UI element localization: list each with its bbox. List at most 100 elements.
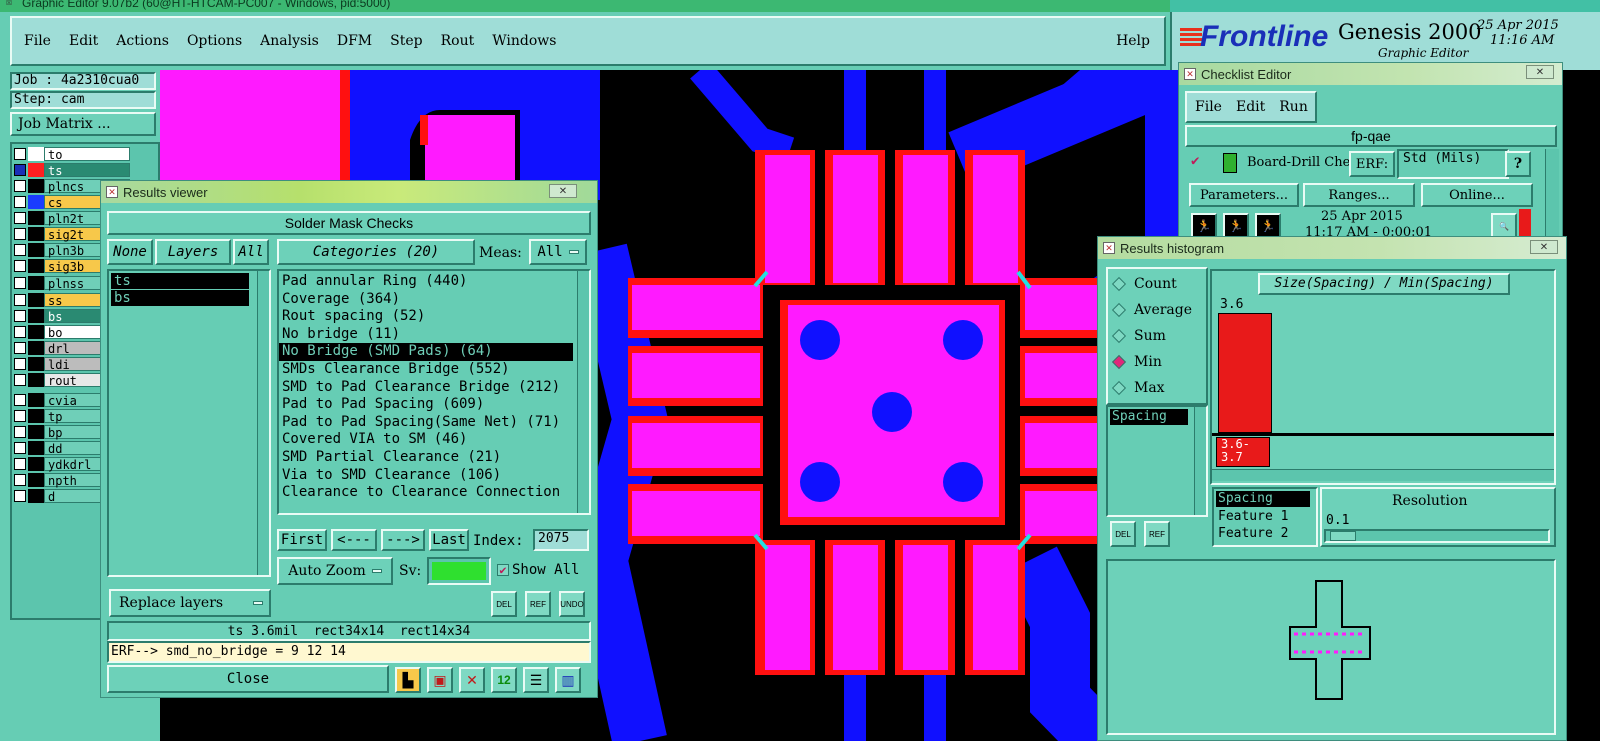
online-button[interactable]: Online...: [1421, 183, 1533, 207]
layer-color-swatch[interactable]: [28, 194, 44, 209]
layer-color-swatch[interactable]: [28, 146, 44, 161]
close-icon[interactable]: ✕: [549, 184, 577, 198]
layer-row-ts[interactable]: ts: [14, 162, 130, 178]
aggregate-option-count[interactable]: Count: [1108, 271, 1206, 297]
slider-thumb[interactable]: [1330, 531, 1356, 541]
categories-button[interactable]: Categories (20): [277, 239, 475, 265]
layer-color-swatch[interactable]: [28, 258, 44, 273]
menu-rout[interactable]: Rout: [441, 33, 475, 49]
category-item[interactable]: Pad to Pad Spacing(Same Net) (71): [279, 414, 573, 432]
category-item[interactable]: SMD to Pad Clearance Bridge (212): [279, 379, 573, 397]
checklist-titlebar[interactable]: ✕ Checklist Editor ✕: [1179, 63, 1562, 85]
aggregate-option-max[interactable]: Max: [1108, 375, 1206, 401]
layer-checkbox[interactable]: [14, 441, 26, 454]
category-item[interactable]: SMDs Clearance Bridge (552): [279, 361, 573, 379]
layer-color-swatch[interactable]: [28, 292, 44, 307]
checklist-menu-edit[interactable]: Edit: [1236, 99, 1265, 115]
menu-analysis[interactable]: Analysis: [260, 33, 319, 49]
layer-checkbox[interactable]: [14, 393, 26, 406]
category-item[interactable]: Rout spacing (52): [279, 308, 573, 326]
last-button[interactable]: Last: [429, 529, 469, 551]
layer-color-swatch[interactable]: [28, 472, 44, 487]
layers-list[interactable]: ts bs: [107, 269, 271, 577]
del-button[interactable]: DEL: [1110, 521, 1136, 547]
aggregate-option-average[interactable]: Average: [1108, 297, 1206, 323]
category-item[interactable]: Clearance to Clearance Connection: [279, 484, 573, 502]
layer-checkbox[interactable]: [14, 373, 26, 386]
histogram-hscroll[interactable]: [1212, 469, 1554, 481]
field-item[interactable]: Spacing: [1216, 491, 1310, 507]
layer-color-swatch[interactable]: [28, 392, 44, 407]
category-item[interactable]: Pad to Pad Spacing (609): [279, 396, 573, 414]
measure-list[interactable]: Spacing: [1106, 405, 1208, 517]
histogram-titlebar[interactable]: ✕ Results histogram ✕: [1098, 237, 1566, 259]
menu-actions[interactable]: Actions: [116, 33, 169, 49]
job-matrix-button[interactable]: Job Matrix ...: [10, 112, 156, 136]
layer-checkbox[interactable]: [14, 211, 26, 224]
layer-color-swatch[interactable]: [28, 178, 44, 193]
categories-list[interactable]: Pad annular Ring (440) Coverage (364) Rout…: [277, 269, 591, 515]
aggregate-option-min[interactable]: Min: [1108, 349, 1206, 375]
ref-button[interactable]: REF: [525, 591, 551, 617]
measure-scrollbar[interactable]: [1194, 407, 1206, 515]
layer-checkbox[interactable]: [14, 293, 26, 306]
categories-scrollbar[interactable]: [577, 271, 589, 513]
help-button[interactable]: ?: [1505, 151, 1531, 177]
sv-color-select[interactable]: [427, 557, 491, 585]
layer-checkbox[interactable]: [14, 341, 26, 354]
layer-color-swatch[interactable]: [28, 308, 44, 323]
erf-button[interactable]: ERF:: [1349, 151, 1395, 177]
category-item[interactable]: Via to SMD Clearance (106): [279, 467, 573, 485]
layer-checkbox[interactable]: [14, 425, 26, 438]
layer-checkbox[interactable]: [14, 147, 26, 160]
parameters-button[interactable]: Parameters...: [1189, 183, 1299, 207]
layer-color-swatch[interactable]: [28, 456, 44, 471]
undo-button[interactable]: UNDO: [559, 591, 585, 617]
layer-checkbox[interactable]: [14, 473, 26, 486]
layer-checkbox[interactable]: [14, 276, 26, 289]
show-all-checkbox[interactable]: ✔ Show All: [497, 562, 579, 578]
resolution-slider[interactable]: [1324, 529, 1550, 543]
close-icon[interactable]: ✕: [1530, 240, 1558, 254]
layers-scrollbar[interactable]: [257, 271, 269, 575]
layers-button[interactable]: Layers: [155, 239, 231, 265]
next-button[interactable]: --->: [381, 529, 425, 551]
layer-checkbox[interactable]: [14, 457, 26, 470]
prev-button[interactable]: <---: [331, 529, 377, 551]
layer-checkbox[interactable]: [14, 409, 26, 422]
replace-layers-dropdown[interactable]: Replace layers: [109, 589, 271, 617]
layer-checkbox[interactable]: [14, 179, 26, 192]
layer-name[interactable]: to: [44, 146, 130, 162]
layer-checkbox[interactable]: [14, 325, 26, 338]
layer-item[interactable]: ts: [111, 273, 249, 289]
layer-checkbox[interactable]: [14, 259, 26, 272]
menu-edit[interactable]: Edit: [69, 33, 98, 49]
menu-windows[interactable]: Windows: [492, 33, 556, 49]
menu-options[interactable]: Options: [187, 33, 242, 49]
category-item[interactable]: SMD Partial Clearance (21): [279, 449, 573, 467]
category-item[interactable]: No bridge (11): [279, 326, 573, 344]
close-icon[interactable]: ✕: [1526, 65, 1554, 79]
category-item[interactable]: Pad annular Ring (440): [279, 273, 573, 291]
measure-item[interactable]: Spacing: [1110, 409, 1188, 425]
layer-color-swatch[interactable]: [28, 356, 44, 371]
layer-color-swatch[interactable]: [28, 488, 44, 503]
field-item[interactable]: Feature 2: [1214, 525, 1316, 542]
tool-icon-3[interactable]: ✕: [459, 667, 485, 693]
layer-color-swatch[interactable]: [28, 162, 44, 177]
close-button[interactable]: Close: [107, 665, 389, 693]
auto-zoom-dropdown[interactable]: Auto Zoom: [277, 557, 393, 585]
ranges-button[interactable]: Ranges...: [1303, 183, 1415, 207]
layer-color-swatch[interactable]: [28, 226, 44, 241]
layer-checkbox[interactable]: [14, 195, 26, 208]
tool-icon-1[interactable]: ▙: [395, 667, 421, 693]
menu-help[interactable]: Help: [1116, 33, 1150, 49]
layer-name[interactable]: ts: [44, 162, 130, 178]
checklist-menu-file[interactable]: File: [1195, 99, 1222, 115]
results-viewer-titlebar[interactable]: ✕ Results viewer ✕: [101, 181, 597, 203]
tool-icon-2[interactable]: ▣: [427, 667, 453, 693]
meas-dropdown[interactable]: All: [529, 239, 587, 265]
layer-checkbox[interactable]: [14, 243, 26, 256]
del-button[interactable]: DEL: [491, 591, 517, 617]
category-item[interactable]: Coverage (364): [279, 291, 573, 309]
